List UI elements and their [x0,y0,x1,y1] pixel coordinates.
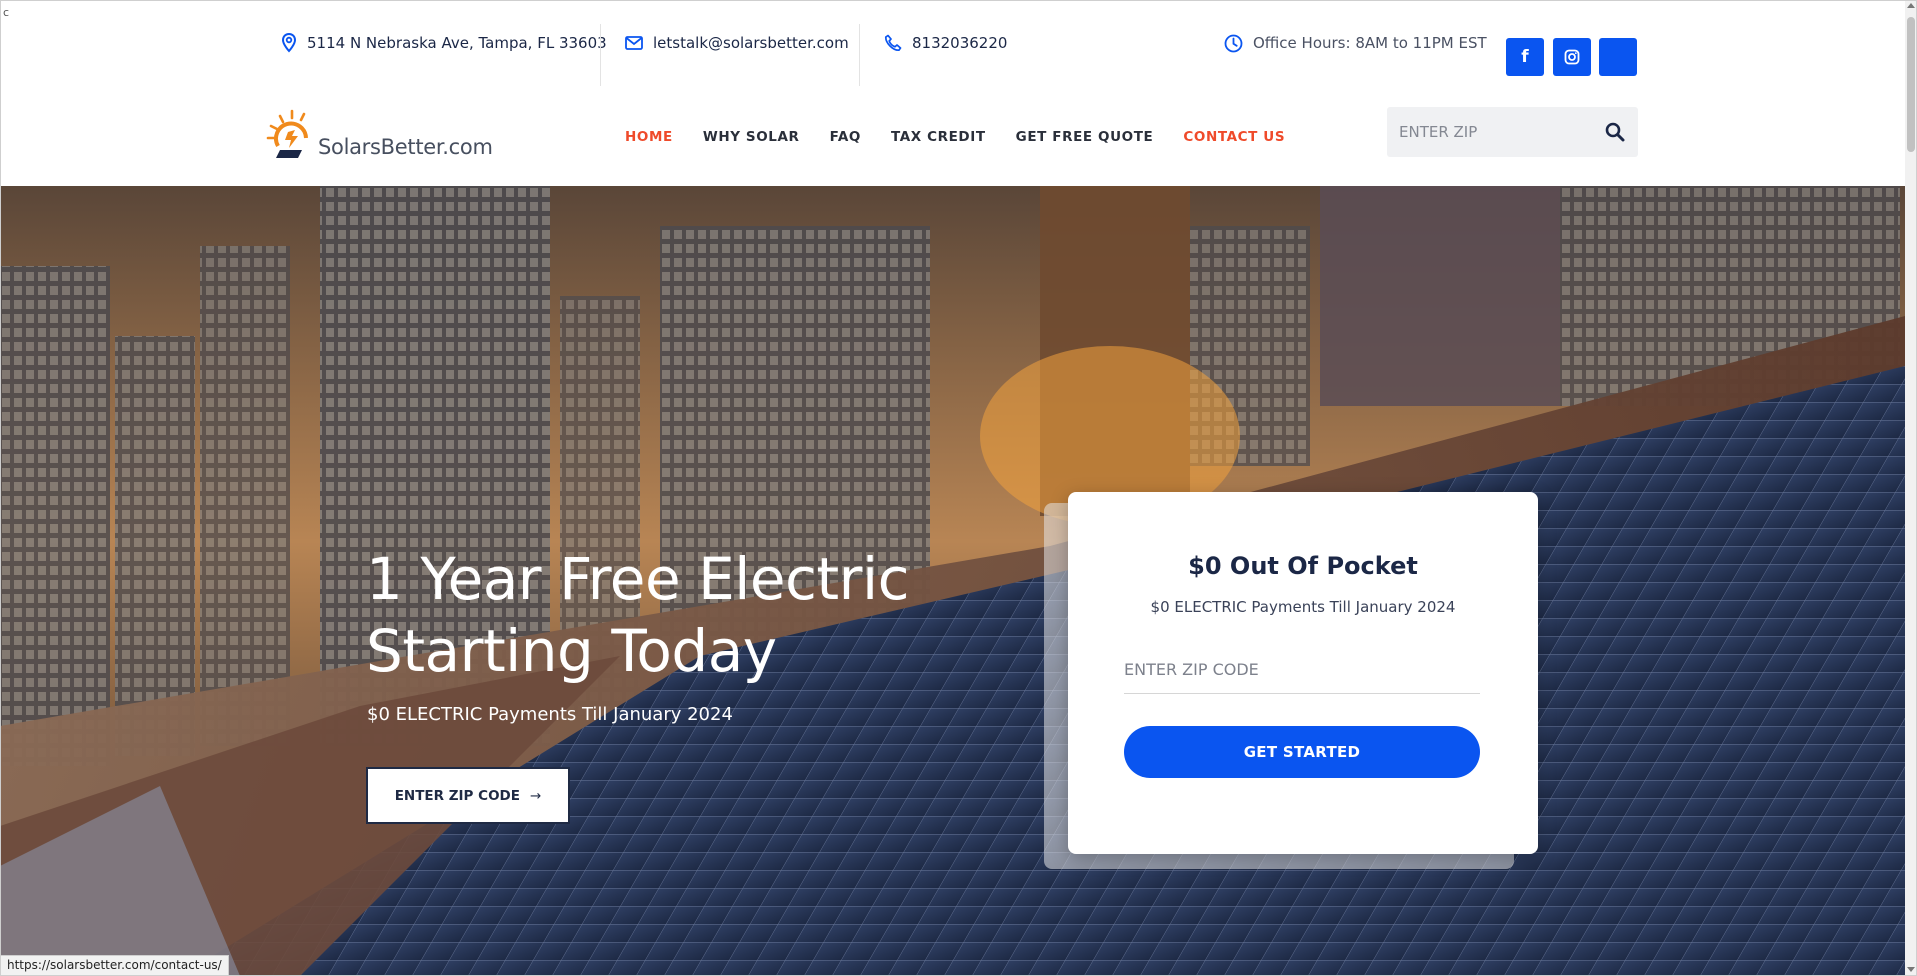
zip-search-box [1387,107,1638,157]
social-link-button[interactable] [1599,38,1637,76]
divider [600,24,601,86]
scroll-up-arrow-icon[interactable] [1907,3,1915,8]
hero-title-line2: Starting Today [366,617,777,685]
address-text: 5114 N Nebraska Ave, Tampa, FL 33603 [307,34,607,52]
mail-icon [625,36,643,50]
nav-item-faq[interactable]: FAQ [830,129,861,145]
enter-zip-code-label: ENTER ZIP CODE [394,787,520,804]
nav-item-home[interactable]: HOME [625,129,673,145]
office-hours-text: Office Hours: 8AM to 11PM EST [1253,34,1487,52]
address-item[interactable]: 5114 N Nebraska Ave, Tampa, FL 33603 [281,0,607,86]
email-item[interactable]: letstalk@solarsbetter.com [625,0,849,86]
card-subtitle: $0 ELECTRIC Payments Till January 2024 [1150,598,1456,616]
phone-item[interactable]: 8132036220 [884,0,1007,86]
facebook-button[interactable]: f [1506,38,1544,76]
hero-background-image [0,186,1905,976]
nav-item-why-solar[interactable]: WHY SOLAR [703,129,800,145]
scroll-thumb[interactable] [1907,17,1915,152]
quote-card: $0 Out Of Pocket $0 ELECTRIC Payments Ti… [1068,492,1538,854]
instagram-icon [1564,49,1580,65]
office-hours-item: Office Hours: 8AM to 11PM EST [1224,0,1487,86]
scroll-down-arrow-icon[interactable] [1907,967,1915,972]
divider [859,24,860,86]
logo-text[interactable]: SolarsBetter.com [318,135,493,159]
zip-code-field[interactable] [1124,645,1480,694]
nav-item-tax-credit[interactable]: TAX CREDIT [891,129,986,145]
zip-search-input[interactable] [1387,122,1591,142]
city-solar-scene [0,186,1905,976]
vertical-scrollbar[interactable] [1905,0,1917,976]
top-info-bar: 5114 N Nebraska Ave, Tampa, FL 33603 let… [0,0,1905,87]
card-title: $0 Out Of Pocket [1188,552,1418,580]
nav-item-get-free-quote[interactable]: GET FREE QUOTE [1016,129,1154,145]
nav-item-contact-us[interactable]: CONTACT US [1183,129,1285,145]
phone-text: 8132036220 [912,34,1008,52]
arrow-right-icon: → [529,787,542,804]
corner-text: c [3,6,10,19]
email-text: letstalk@solarsbetter.com [653,34,849,52]
clock-icon [1224,34,1243,52]
instagram-button[interactable] [1553,38,1591,76]
status-bar-url: https://solarsbetter.com/contact-us/ [0,955,229,976]
search-icon[interactable] [1604,121,1626,143]
hero-title: 1 Year Free Electric Starting Today [366,543,910,687]
hero-title-line1: 1 Year Free Electric [366,545,910,613]
get-started-button[interactable]: GET STARTED [1124,726,1480,778]
facebook-icon: f [1521,47,1529,67]
hero-subtitle: $0 ELECTRIC Payments Till January 2024 [367,704,733,725]
primary-nav: HOME WHY SOLAR FAQ TAX CREDIT GET FREE Q… [625,127,1315,147]
enter-zip-code-button[interactable]: ENTER ZIP CODE → [366,767,570,824]
phone-icon [884,34,902,52]
location-pin-icon [281,33,297,53]
